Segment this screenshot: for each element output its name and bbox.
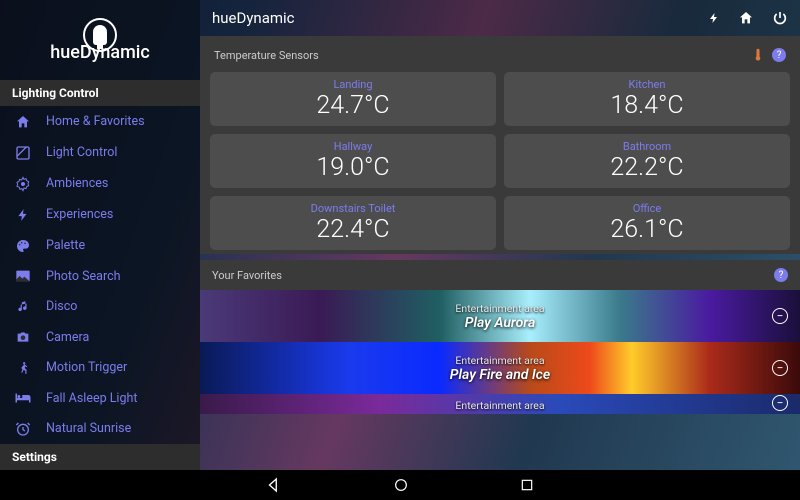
sensor-name: Bathroom	[504, 140, 790, 153]
slider-icon	[14, 145, 32, 161]
sidebar-item-label: Experiences	[46, 207, 113, 222]
sidebar-item-natural-sunrise[interactable]: Natural Sunrise	[0, 413, 200, 444]
alarm-icon	[14, 421, 32, 437]
favorite-area-label: Entertainment area	[455, 399, 544, 412]
image-icon	[14, 269, 32, 283]
sidebar-item-label: Light Control	[46, 145, 117, 160]
sensor-card-downstairs-toilet[interactable]: Downstairs Toilet 22.4°C	[210, 196, 496, 250]
sensor-name: Hallway	[210, 140, 496, 153]
topbar-actions	[708, 10, 788, 26]
bed-icon	[14, 392, 32, 404]
sensor-value: 19.0°C	[210, 153, 496, 182]
temperature-panel-title: Temperature Sensors	[214, 49, 319, 62]
sidebar-item-motion-trigger[interactable]: Motion Trigger	[0, 352, 200, 383]
sensor-grid: Landing 24.7°C Kitchen 18.4°C Hallway 19…	[210, 72, 790, 250]
sidebar-item-label: Home & Favorites	[46, 114, 145, 129]
camera-icon	[14, 330, 32, 344]
sensor-value: 24.7°C	[210, 91, 496, 120]
gear-icon	[14, 176, 32, 192]
favorite-area-label: Entertainment area	[455, 302, 544, 315]
favorite-name: Play Fire and Ice	[450, 367, 550, 383]
favorite-item-aurora[interactable]: Entertainment area Play Aurora −	[200, 290, 800, 342]
sidebar-section-settings: Settings	[0, 444, 200, 470]
sensor-name: Landing	[210, 78, 496, 91]
sensor-card-hallway[interactable]: Hallway 19.0°C	[210, 134, 496, 188]
music-note-icon	[14, 299, 32, 315]
bolt-icon[interactable]	[708, 10, 720, 26]
sidebar-item-photo-search[interactable]: Photo Search	[0, 261, 200, 291]
remove-favorite-icon[interactable]: −	[772, 308, 788, 324]
favorites-panel-title: Your Favorites	[212, 269, 282, 282]
sensor-name: Downstairs Toilet	[210, 202, 496, 215]
sidebar-item-label: Ambiences	[46, 176, 108, 191]
sensor-name: Office	[504, 202, 790, 215]
sidebar-item-label: Palette	[46, 238, 85, 253]
help-icon[interactable]: ?	[772, 48, 786, 62]
sidebar-item-label: Disco	[46, 299, 77, 314]
sensor-card-bathroom[interactable]: Bathroom 22.2°C	[504, 134, 790, 188]
sidebar-item-home-favorites[interactable]: Home & Favorites	[0, 106, 200, 137]
remove-favorite-icon[interactable]: −	[772, 395, 788, 411]
sidebar: hueDynamic Lighting Control Home & Favor…	[0, 0, 200, 500]
sidebar-item-fall-asleep[interactable]: Fall Asleep Light	[0, 383, 200, 413]
power-icon[interactable]	[772, 10, 788, 26]
favorite-item-third[interactable]: Entertainment area −	[200, 394, 800, 414]
sensor-name: Kitchen	[504, 78, 790, 91]
page-title: hueDynamic	[212, 9, 295, 27]
home-button[interactable]	[393, 477, 409, 493]
overview-button[interactable]	[519, 477, 535, 493]
sidebar-item-label: Natural Sunrise	[46, 421, 131, 436]
bolt-icon	[14, 207, 32, 223]
sensor-card-landing[interactable]: Landing 24.7°C	[210, 72, 496, 126]
favorites-panel: Your Favorites ? Entertainment area Play…	[200, 260, 800, 414]
sidebar-item-experiences[interactable]: Experiences	[0, 199, 200, 230]
help-icon[interactable]: ?	[774, 268, 788, 282]
sidebar-item-light-control[interactable]: Light Control	[0, 137, 200, 168]
back-button[interactable]	[265, 476, 283, 494]
home-icon	[14, 114, 32, 130]
sensor-card-kitchen[interactable]: Kitchen 18.4°C	[504, 72, 790, 126]
sidebar-item-label: Photo Search	[46, 269, 121, 284]
remove-favorite-icon[interactable]: −	[772, 360, 788, 376]
sensor-value: 18.4°C	[504, 91, 790, 120]
sidebar-item-palette[interactable]: Palette	[0, 230, 200, 261]
favorite-name: Play Aurora	[465, 315, 536, 331]
sidebar-item-label: Fall Asleep Light	[46, 391, 137, 406]
sidebar-item-camera[interactable]: Camera	[0, 322, 200, 352]
brand-block: hueDynamic	[0, 0, 200, 80]
home-icon[interactable]	[738, 10, 754, 26]
favorite-item-fire-and-ice[interactable]: Entertainment area Play Fire and Ice −	[200, 342, 800, 394]
sidebar-section-lighting: Lighting Control	[0, 80, 200, 106]
sidebar-item-disco[interactable]: Disco	[0, 291, 200, 322]
palette-icon	[14, 238, 32, 254]
favorite-area-label: Entertainment area	[455, 354, 544, 367]
temperature-panel: Temperature Sensors ? Landing 24.7°C Kit…	[200, 36, 800, 254]
sidebar-item-label: Motion Trigger	[46, 360, 127, 375]
sensor-card-office[interactable]: Office 26.1°C	[504, 196, 790, 250]
sensor-value: 26.1°C	[504, 215, 790, 244]
android-nav-bar	[0, 470, 800, 500]
thermometer-icon[interactable]	[754, 48, 762, 62]
sensor-value: 22.4°C	[210, 215, 496, 244]
sidebar-item-ambiences[interactable]: Ambiences	[0, 168, 200, 199]
sidebar-item-label: Camera	[46, 330, 89, 345]
main-area: hueDynamic Temperature Sensors ?	[200, 0, 800, 470]
topbar: hueDynamic	[200, 0, 800, 36]
running-icon	[14, 360, 32, 376]
sensor-value: 22.2°C	[504, 153, 790, 182]
